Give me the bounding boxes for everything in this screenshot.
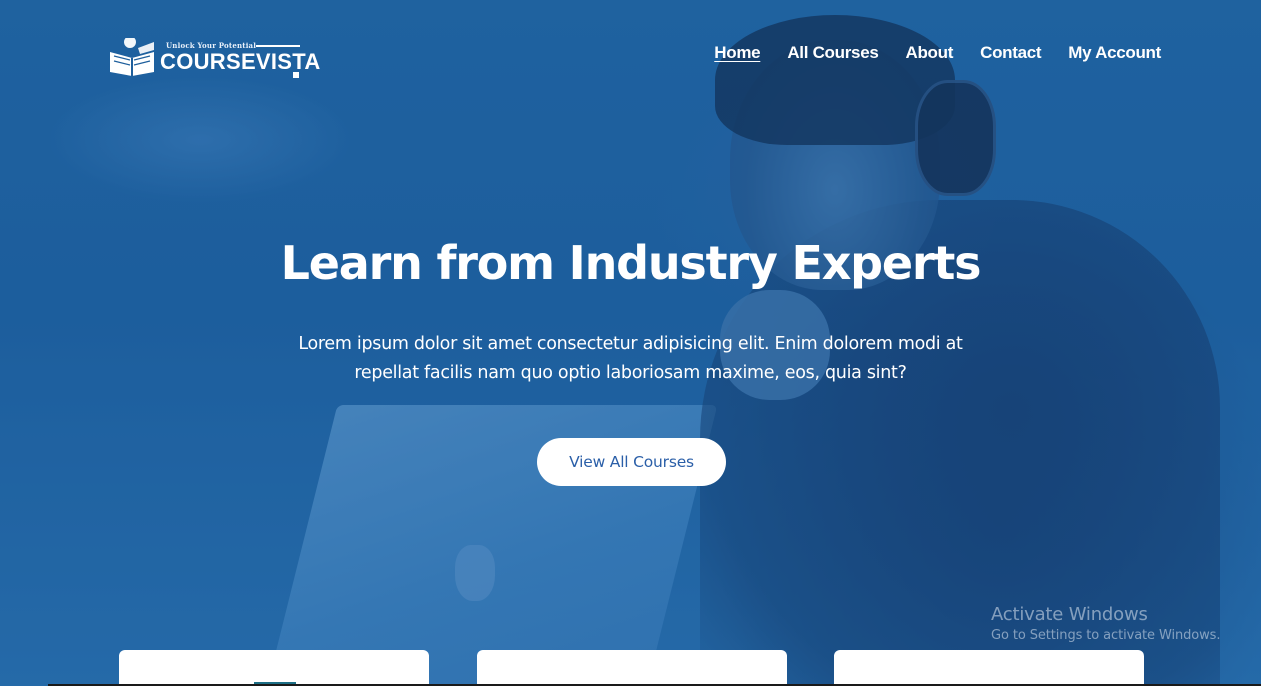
course-card[interactable] [477,650,787,686]
nav-item-contact[interactable]: Contact [980,43,1041,63]
logo-dot [293,72,299,78]
nav-item-my-account[interactable]: My Account [1068,43,1161,63]
hero-section: Unlock Your Potential COURSEVISTA Home A… [0,0,1261,686]
course-card[interactable] [834,650,1144,686]
view-all-courses-button[interactable]: View All Courses [537,438,726,486]
open-book-icon [110,38,154,76]
watermark-title: Activate Windows [991,604,1148,625]
site-logo[interactable]: Unlock Your Potential COURSEVISTA [108,20,320,80]
nav-item-about[interactable]: About [906,43,954,63]
logo-divider [256,45,300,47]
activate-windows-watermark: Activate Windows Go to Settings to activ… [991,604,1220,643]
course-card[interactable] [119,650,429,686]
main-nav: Home All Courses About Contact My Accoun… [714,43,1161,63]
nav-item-all-courses[interactable]: All Courses [787,43,878,63]
watermark-subtitle: Go to Settings to activate Windows. [991,628,1221,643]
nav-item-home[interactable]: Home [714,43,760,63]
hero-title: Learn from Industry Experts [280,236,982,290]
hero-description: Lorem ipsum dolor sit amet consectetur a… [298,334,963,383]
